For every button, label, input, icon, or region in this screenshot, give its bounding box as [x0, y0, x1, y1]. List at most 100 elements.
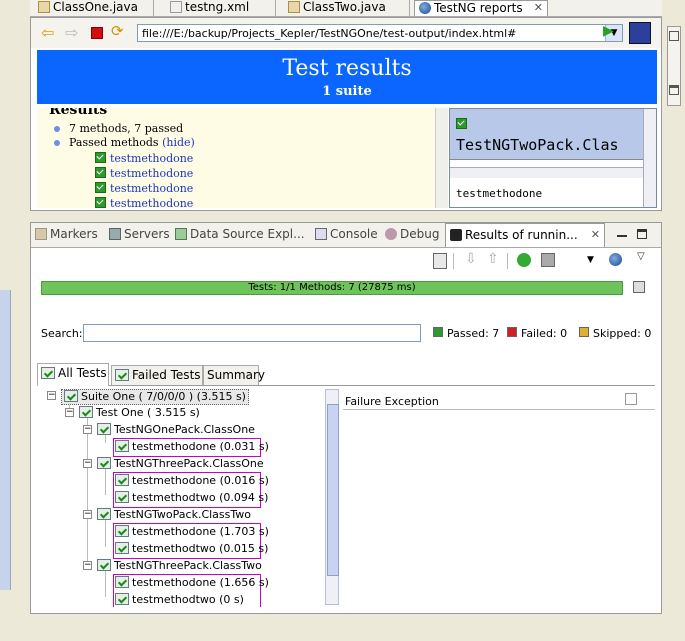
- stack-filter-icon[interactable]: [625, 393, 637, 405]
- maximize-icon[interactable]: [669, 85, 679, 95]
- tab-console[interactable]: Console: [315, 227, 378, 241]
- tab-results-of-running[interactable]: Results of runnin... ✕: [445, 223, 605, 247]
- collapse-toggle[interactable]: −: [83, 425, 92, 434]
- maximize-icon[interactable]: [637, 229, 647, 239]
- hide-link[interactable]: (hide): [162, 136, 195, 149]
- tree-method[interactable]: testmethodone (0.016 s): [115, 474, 269, 488]
- rerun-icon[interactable]: [517, 253, 531, 267]
- tree-suite[interactable]: Suite One ( 7/0/0/0 ) (3.515 s): [61, 389, 249, 405]
- globe-icon[interactable]: [609, 253, 622, 266]
- url-input[interactable]: file:///E:/backup/Projects_Kepler/TestNG…: [137, 24, 623, 42]
- back-icon[interactable]: ⇦: [41, 23, 54, 42]
- previous-failure-icon[interactable]: ⇧: [487, 251, 499, 267]
- tab-label: Console: [330, 227, 378, 241]
- collapse-toggle[interactable]: −: [83, 561, 92, 570]
- tab-label: Debug: [400, 227, 440, 241]
- tree-label: testmethodtwo (0.094 s): [132, 491, 269, 504]
- scroll-thumb[interactable]: [327, 404, 339, 576]
- detail-hscroll[interactable]: [450, 167, 646, 178]
- tree-class[interactable]: TestNGTwoPack.ClassTwo: [97, 508, 251, 522]
- next-failure-icon[interactable]: ⇩: [465, 251, 477, 267]
- tree-method[interactable]: testmethodtwo (0.015 s): [115, 542, 268, 556]
- tab-summary[interactable]: Summary: [203, 365, 265, 385]
- collapse-toggle[interactable]: −: [83, 510, 92, 519]
- toolbar-separator: [453, 253, 454, 269]
- view-menu-icon[interactable]: ▽: [637, 251, 645, 262]
- xml-file-icon: [170, 1, 182, 13]
- method-name: testmethodone: [110, 152, 194, 165]
- testng-icon: [450, 229, 462, 241]
- tab-failed-tests[interactable]: Failed Tests: [111, 365, 203, 385]
- tab-data-source-explorer[interactable]: Data Source Expl...: [175, 227, 305, 241]
- class-icon: [97, 457, 111, 469]
- tree-icon: [115, 369, 129, 381]
- method-icon: [115, 593, 129, 605]
- tab-testng-reports[interactable]: TestNG reports ✕: [414, 0, 548, 16]
- tree-class[interactable]: TestNGThreePack.ClassTwo: [97, 559, 262, 573]
- passed-method-link[interactable]: testmethodone: [95, 152, 193, 165]
- tree-icon: [41, 367, 55, 379]
- collapse-toggle[interactable]: −: [65, 408, 74, 417]
- close-icon[interactable]: ✕: [534, 1, 543, 15]
- tab-label: ClassTwo.java: [303, 0, 386, 14]
- search-input[interactable]: [83, 324, 421, 342]
- editor-tab-bar: ClassOne.java testng.xml ClassTwo.java T…: [30, 0, 662, 17]
- browser-view: ⇦ ⇨ ⟳ file:///E:/backup/Projects_Kepler/…: [30, 17, 662, 211]
- minimize-icon[interactable]: [617, 235, 627, 237]
- chevron-down-icon[interactable]: ▼: [587, 255, 594, 265]
- passed-method-link[interactable]: testmethodone: [95, 167, 193, 180]
- tree-method[interactable]: testmethodtwo (0 s): [115, 593, 244, 607]
- refresh-icon[interactable]: ⟳: [111, 22, 124, 40]
- passed-count: Passed: 7: [433, 327, 499, 340]
- search-label: Search:: [41, 327, 83, 340]
- tree-label: TestNGOnePack.ClassOne: [114, 423, 255, 436]
- tab-debug[interactable]: Debug: [385, 227, 439, 241]
- stop-icon[interactable]: [91, 27, 103, 39]
- tab-label: Results of runnin...: [465, 228, 578, 242]
- tree-test[interactable]: Test One ( 3.515 s): [79, 406, 200, 420]
- forward-icon[interactable]: ⇨: [65, 23, 78, 42]
- tree-guide: [87, 415, 88, 563]
- export-icon[interactable]: [433, 253, 447, 269]
- tab-all-tests[interactable]: All Tests: [37, 363, 109, 386]
- tab-classone-java[interactable]: ClassOne.java: [34, 0, 154, 16]
- detail-package: TestNGTwoPack.Clas: [456, 136, 619, 154]
- tree-method[interactable]: testmethodone (1.703 s): [115, 525, 269, 539]
- collapse-toggle[interactable]: −: [83, 459, 92, 468]
- tree-method[interactable]: testmethodone (1.656 s): [115, 576, 269, 590]
- tab-label: Data Source Expl...: [190, 227, 305, 241]
- database-icon: [175, 228, 187, 240]
- tab-classtwo-java[interactable]: ClassTwo.java: [284, 0, 410, 16]
- method-icon: [115, 525, 129, 537]
- tree-class[interactable]: TestNGOnePack.ClassOne: [97, 423, 255, 437]
- results-scrollbar[interactable]: [435, 108, 448, 208]
- tab-markers[interactable]: Markers: [35, 227, 98, 241]
- tab-testng-xml[interactable]: testng.xml: [166, 0, 276, 16]
- tree-scrollbar[interactable]: [325, 389, 339, 605]
- tree-class[interactable]: TestNGThreePack.ClassOne: [97, 457, 264, 471]
- tab-label: All Tests: [58, 366, 107, 380]
- tab-label: Servers: [124, 227, 170, 241]
- rerun-failed-icon[interactable]: [541, 253, 555, 267]
- collapse-toggle[interactable]: −: [47, 391, 56, 400]
- banner-title: Test results: [282, 56, 412, 81]
- tree-method[interactable]: testmethodtwo (0.094 s): [115, 491, 268, 505]
- passed-method-link[interactable]: testmethodone: [95, 182, 193, 195]
- suite-icon: [64, 390, 78, 402]
- minimize-icon[interactable]: [669, 31, 679, 41]
- go-icon[interactable]: ▶: [603, 23, 614, 39]
- left-scrollbar[interactable]: [0, 290, 11, 590]
- passed-method-link[interactable]: testmethodone: [95, 197, 193, 208]
- results-tab-bar: All Tests Failed Tests Summary: [37, 363, 655, 386]
- detail-vscroll[interactable]: [643, 109, 656, 207]
- globe-icon: [419, 2, 431, 14]
- tab-servers[interactable]: Servers: [109, 227, 170, 241]
- method-icon: [115, 474, 129, 486]
- stat-label: Passed: 7: [447, 327, 500, 340]
- eclipse-icon[interactable]: [629, 22, 651, 44]
- close-icon[interactable]: ✕: [591, 228, 600, 241]
- results-pane: Results 7 methods, 7 passed Passed metho…: [37, 108, 435, 208]
- tree-method[interactable]: testmethodone (0.031 s): [115, 440, 269, 454]
- layout-toggle-icon[interactable]: [633, 281, 645, 293]
- divider: [343, 409, 655, 410]
